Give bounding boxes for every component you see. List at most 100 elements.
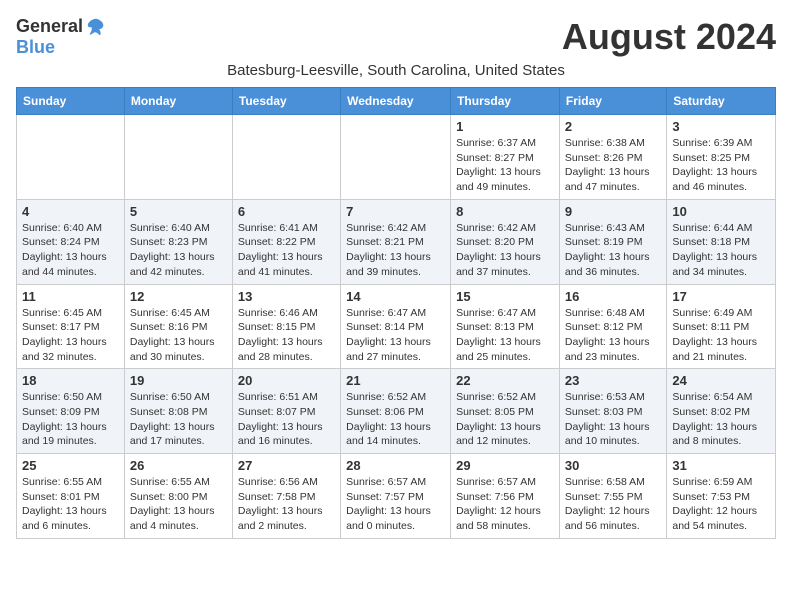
day-number: 2 — [565, 119, 661, 134]
calendar-cell: 18 Sunrise: 6:50 AM Sunset: 8:09 PM Dayli… — [17, 369, 125, 454]
day-info: Sunrise: 6:40 AM Sunset: 8:23 PM Dayligh… — [130, 221, 227, 280]
day-number: 1 — [456, 119, 554, 134]
calendar-cell: 3Sunrise: 6:39 AM Sunset: 8:25 PM Daylig… — [667, 115, 776, 200]
calendar-cell: 21Sunrise: 6:52 AM Sunset: 8:06 PM Dayli… — [341, 369, 451, 454]
calendar-cell: 13 Sunrise: 6:46 AM Sunset: 8:15 PM Dayli… — [232, 284, 340, 369]
day-info: Sunrise: 6:50 AM Sunset: 8:09 PM Dayligh… — [22, 390, 119, 449]
calendar-cell: 9 Sunrise: 6:43 AM Sunset: 8:19 PM Daylig… — [559, 199, 666, 284]
location-title: Batesburg-Leesville, South Carolina, Uni… — [16, 62, 776, 79]
day-number: 31 — [672, 458, 770, 473]
day-number: 25 — [22, 458, 119, 473]
day-number: 19 — [130, 373, 227, 388]
calendar-cell: 25Sunrise: 6:55 AM Sunset: 8:01 PM Dayli… — [17, 454, 125, 539]
day-info: Sunrise: 6:58 AM Sunset: 7:55 PM Dayligh… — [565, 475, 661, 534]
calendar-cell: 6Sunrise: 6:41 AM Sunset: 8:22 PM Daylig… — [232, 199, 340, 284]
day-number: 13 — [238, 289, 335, 304]
day-number: 17 — [672, 289, 770, 304]
calendar-cell: 31 Sunrise: 6:59 AM Sunset: 7:53 PM Dayli… — [667, 454, 776, 539]
calendar-cell — [17, 115, 125, 200]
calendar-week-row: 1 Sunrise: 6:37 AM Sunset: 8:27 PM Daylig… — [17, 115, 776, 200]
calendar-cell: 16 Sunrise: 6:48 AM Sunset: 8:12 PM Dayli… — [559, 284, 666, 369]
day-info: Sunrise: 6:56 AM Sunset: 7:58 PM Dayligh… — [238, 475, 335, 534]
calendar-cell: 19 Sunrise: 6:50 AM Sunset: 8:08 PM Dayli… — [124, 369, 232, 454]
calendar-cell: 30 Sunrise: 6:58 AM Sunset: 7:55 PM Dayli… — [559, 454, 666, 539]
day-info: Sunrise: 6:57 AM Sunset: 7:57 PM Dayligh… — [346, 475, 445, 534]
calendar-cell: 20 Sunrise: 6:51 AM Sunset: 8:07 PM Dayli… — [232, 369, 340, 454]
day-info: Sunrise: 6:57 AM Sunset: 7:56 PM Dayligh… — [456, 475, 554, 534]
weekday-header-wednesday: Wednesday — [341, 88, 451, 115]
day-number: 20 — [238, 373, 335, 388]
calendar-cell: 5Sunrise: 6:40 AM Sunset: 8:23 PM Daylig… — [124, 199, 232, 284]
calendar-week-row: 11 Sunrise: 6:45 AM Sunset: 8:17 PM Dayli… — [17, 284, 776, 369]
day-number: 7 — [346, 204, 445, 219]
calendar-cell: 7Sunrise: 6:42 AM Sunset: 8:21 PM Daylig… — [341, 199, 451, 284]
weekday-header-tuesday: Tuesday — [232, 88, 340, 115]
day-number: 15 — [456, 289, 554, 304]
calendar-cell — [341, 115, 451, 200]
calendar-cell: 8 Sunrise: 6:42 AM Sunset: 8:20 PM Daylig… — [451, 199, 560, 284]
day-info: Sunrise: 6:51 AM Sunset: 8:07 PM Dayligh… — [238, 390, 335, 449]
day-info: Sunrise: 6:42 AM Sunset: 8:20 PM Dayligh… — [456, 221, 554, 280]
day-number: 28 — [346, 458, 445, 473]
calendar-cell: 28 Sunrise: 6:57 AM Sunset: 7:57 PM Dayli… — [341, 454, 451, 539]
calendar-cell: 10Sunrise: 6:44 AM Sunset: 8:18 PM Dayli… — [667, 199, 776, 284]
day-number: 22 — [456, 373, 554, 388]
day-info: Sunrise: 6:47 AM Sunset: 8:14 PM Dayligh… — [346, 306, 445, 365]
day-number: 11 — [22, 289, 119, 304]
calendar-cell: 14Sunrise: 6:47 AM Sunset: 8:14 PM Dayli… — [341, 284, 451, 369]
day-info: Sunrise: 6:49 AM Sunset: 8:11 PM Dayligh… — [672, 306, 770, 365]
day-number: 29 — [456, 458, 554, 473]
day-number: 26 — [130, 458, 227, 473]
day-number: 8 — [456, 204, 554, 219]
day-number: 16 — [565, 289, 661, 304]
logo-blue-text: Blue — [16, 38, 55, 58]
day-info: Sunrise: 6:45 AM Sunset: 8:17 PM Dayligh… — [22, 306, 119, 365]
day-info: Sunrise: 6:41 AM Sunset: 8:22 PM Dayligh… — [238, 221, 335, 280]
day-number: 12 — [130, 289, 227, 304]
day-number: 23 — [565, 373, 661, 388]
header-row: SundayMondayTuesdayWednesdayThursdayFrid… — [17, 88, 776, 115]
calendar-week-row: 25Sunrise: 6:55 AM Sunset: 8:01 PM Dayli… — [17, 454, 776, 539]
calendar-cell: 27 Sunrise: 6:56 AM Sunset: 7:58 PM Dayli… — [232, 454, 340, 539]
day-number: 30 — [565, 458, 661, 473]
calendar-table: SundayMondayTuesdayWednesdayThursdayFrid… — [16, 87, 776, 539]
day-number: 9 — [565, 204, 661, 219]
day-number: 18 — [22, 373, 119, 388]
logo: General Blue — [16, 16, 107, 58]
calendar-cell: 12 Sunrise: 6:45 AM Sunset: 8:16 PM Dayli… — [124, 284, 232, 369]
day-info: Sunrise: 6:50 AM Sunset: 8:08 PM Dayligh… — [130, 390, 227, 449]
day-number: 27 — [238, 458, 335, 473]
calendar-cell: 22 Sunrise: 6:52 AM Sunset: 8:05 PM Dayli… — [451, 369, 560, 454]
calendar-cell: 4Sunrise: 6:40 AM Sunset: 8:24 PM Daylig… — [17, 199, 125, 284]
calendar-week-row: 18 Sunrise: 6:50 AM Sunset: 8:09 PM Dayli… — [17, 369, 776, 454]
weekday-header-saturday: Saturday — [667, 88, 776, 115]
day-info: Sunrise: 6:54 AM Sunset: 8:02 PM Dayligh… — [672, 390, 770, 449]
day-info: Sunrise: 6:47 AM Sunset: 8:13 PM Dayligh… — [456, 306, 554, 365]
day-info: Sunrise: 6:43 AM Sunset: 8:19 PM Dayligh… — [565, 221, 661, 280]
calendar-cell: 1 Sunrise: 6:37 AM Sunset: 8:27 PM Daylig… — [451, 115, 560, 200]
day-info: Sunrise: 6:52 AM Sunset: 8:05 PM Dayligh… — [456, 390, 554, 449]
logo-general-text: General — [16, 17, 83, 37]
day-info: Sunrise: 6:46 AM Sunset: 8:15 PM Dayligh… — [238, 306, 335, 365]
month-title: August 2024 — [562, 16, 776, 58]
calendar-cell: 23Sunrise: 6:53 AM Sunset: 8:03 PM Dayli… — [559, 369, 666, 454]
weekday-header-sunday: Sunday — [17, 88, 125, 115]
day-number: 24 — [672, 373, 770, 388]
weekday-header-monday: Monday — [124, 88, 232, 115]
page-header: General Blue August 2024 — [16, 16, 776, 58]
day-info: Sunrise: 6:37 AM Sunset: 8:27 PM Dayligh… — [456, 136, 554, 195]
day-info: Sunrise: 6:45 AM Sunset: 8:16 PM Dayligh… — [130, 306, 227, 365]
day-info: Sunrise: 6:59 AM Sunset: 7:53 PM Dayligh… — [672, 475, 770, 534]
calendar-cell: 24 Sunrise: 6:54 AM Sunset: 8:02 PM Dayli… — [667, 369, 776, 454]
weekday-header-friday: Friday — [559, 88, 666, 115]
calendar-cell: 11 Sunrise: 6:45 AM Sunset: 8:17 PM Dayli… — [17, 284, 125, 369]
day-number: 3 — [672, 119, 770, 134]
day-info: Sunrise: 6:55 AM Sunset: 8:00 PM Dayligh… — [130, 475, 227, 534]
day-number: 21 — [346, 373, 445, 388]
calendar-cell: 15 Sunrise: 6:47 AM Sunset: 8:13 PM Dayli… — [451, 284, 560, 369]
day-info: Sunrise: 6:48 AM Sunset: 8:12 PM Dayligh… — [565, 306, 661, 365]
calendar-week-row: 4Sunrise: 6:40 AM Sunset: 8:24 PM Daylig… — [17, 199, 776, 284]
day-info: Sunrise: 6:38 AM Sunset: 8:26 PM Dayligh… — [565, 136, 661, 195]
calendar-cell — [124, 115, 232, 200]
day-info: Sunrise: 6:40 AM Sunset: 8:24 PM Dayligh… — [22, 221, 119, 280]
